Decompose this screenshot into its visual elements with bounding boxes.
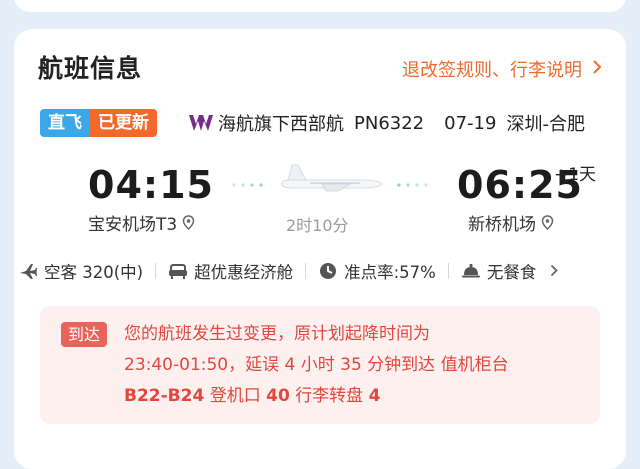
chevron-right-icon bbox=[592, 59, 602, 80]
divider bbox=[447, 263, 449, 279]
airplane-icon bbox=[20, 264, 37, 279]
previous-card bbox=[14, 0, 626, 12]
meal-cloche-icon bbox=[461, 263, 480, 278]
notice-line-1: 您的航班发生过变更，原计划起降时间为 bbox=[124, 324, 430, 344]
airline-row: 海航旗下西部航 PN6322 07-19 深圳-合肥 bbox=[188, 110, 585, 136]
departure-airport[interactable]: 宝安机场T3 bbox=[88, 210, 195, 235]
on-time-info: 准点率:57% bbox=[318, 259, 436, 283]
departure-airport-label: 宝安机场T3 bbox=[88, 215, 178, 235]
gate-label: 登机口 bbox=[209, 386, 261, 406]
airline-logo-icon bbox=[189, 115, 213, 131]
gate-number: 40 bbox=[266, 386, 290, 406]
carousel-number: 4 bbox=[368, 386, 381, 406]
carousel-label: 行李转盘 bbox=[295, 386, 364, 406]
rules-link-label: 退改签规则、行李说明 bbox=[402, 60, 582, 81]
arrival-badge: 到达 bbox=[61, 322, 108, 347]
flight-details-row[interactable]: 空客 320(中) 超优惠经济舱 准点率:57% 无餐食 bbox=[18, 259, 622, 283]
flight-date: 07-19 bbox=[444, 112, 497, 134]
arrival-change-notice: 到达 您的航班发生过变更，原计划起降时间为 23:40-01:50，延误 4 小… bbox=[40, 306, 600, 424]
next-day-badge: +1天 bbox=[554, 165, 597, 185]
section-title: 航班信息 bbox=[38, 54, 143, 83]
flight-number: PN6322 bbox=[354, 112, 425, 134]
flight-tags: 直飞 已更新 bbox=[40, 109, 157, 137]
clock-icon bbox=[320, 263, 337, 279]
location-pin-icon bbox=[182, 215, 195, 230]
cabin-info: 超优惠经济舱 bbox=[168, 259, 293, 283]
flight-duration: 2时10分 bbox=[286, 216, 349, 235]
chevron-right-icon[interactable] bbox=[550, 262, 559, 281]
notice-line-2: 23:40-01:50，延误 4 小时 35 分钟到达 值机柜台 bbox=[124, 355, 509, 375]
plane-icon bbox=[232, 164, 428, 192]
seat-icon bbox=[169, 264, 188, 279]
departure-time: 04:15 bbox=[88, 163, 214, 207]
aircraft-type: 空客 320(中) bbox=[44, 263, 144, 282]
on-time-rate: 准点率:57% bbox=[344, 263, 436, 282]
divider bbox=[305, 263, 307, 279]
arrival-airport[interactable]: 新桥机场 bbox=[468, 210, 554, 235]
location-pin-icon bbox=[541, 215, 554, 230]
aircraft-info: 空客 320(中) bbox=[18, 259, 143, 283]
meal-info: 无餐食 bbox=[461, 259, 537, 283]
notice-text: 您的航班发生过变更，原计划起降时间为 23:40-01:50，延误 4 小时 3… bbox=[124, 319, 584, 412]
meal-label: 无餐食 bbox=[486, 263, 537, 282]
divider bbox=[155, 263, 157, 279]
updated-tag: 已更新 bbox=[90, 109, 157, 137]
plane-route-graphic bbox=[230, 155, 430, 195]
cabin-class: 超优惠经济舱 bbox=[194, 263, 294, 282]
checkin-counter: B22-B24 bbox=[124, 386, 205, 406]
flight-info-card: 航班信息 退改签规则、行李说明 直飞 已更新 海航旗下西部航 PN6322 07… bbox=[14, 29, 626, 469]
refund-baggage-rules-link[interactable]: 退改签规则、行李说明 bbox=[402, 56, 602, 82]
flight-route: 深圳-合肥 bbox=[506, 114, 585, 135]
notice-line-3: B22-B24 登机口 40 行李转盘 4 bbox=[124, 381, 584, 412]
direct-flight-tag: 直飞 bbox=[40, 109, 90, 137]
airline-name: 海航旗下西部航 bbox=[218, 114, 344, 135]
arrival-airport-label: 新桥机场 bbox=[468, 215, 536, 235]
